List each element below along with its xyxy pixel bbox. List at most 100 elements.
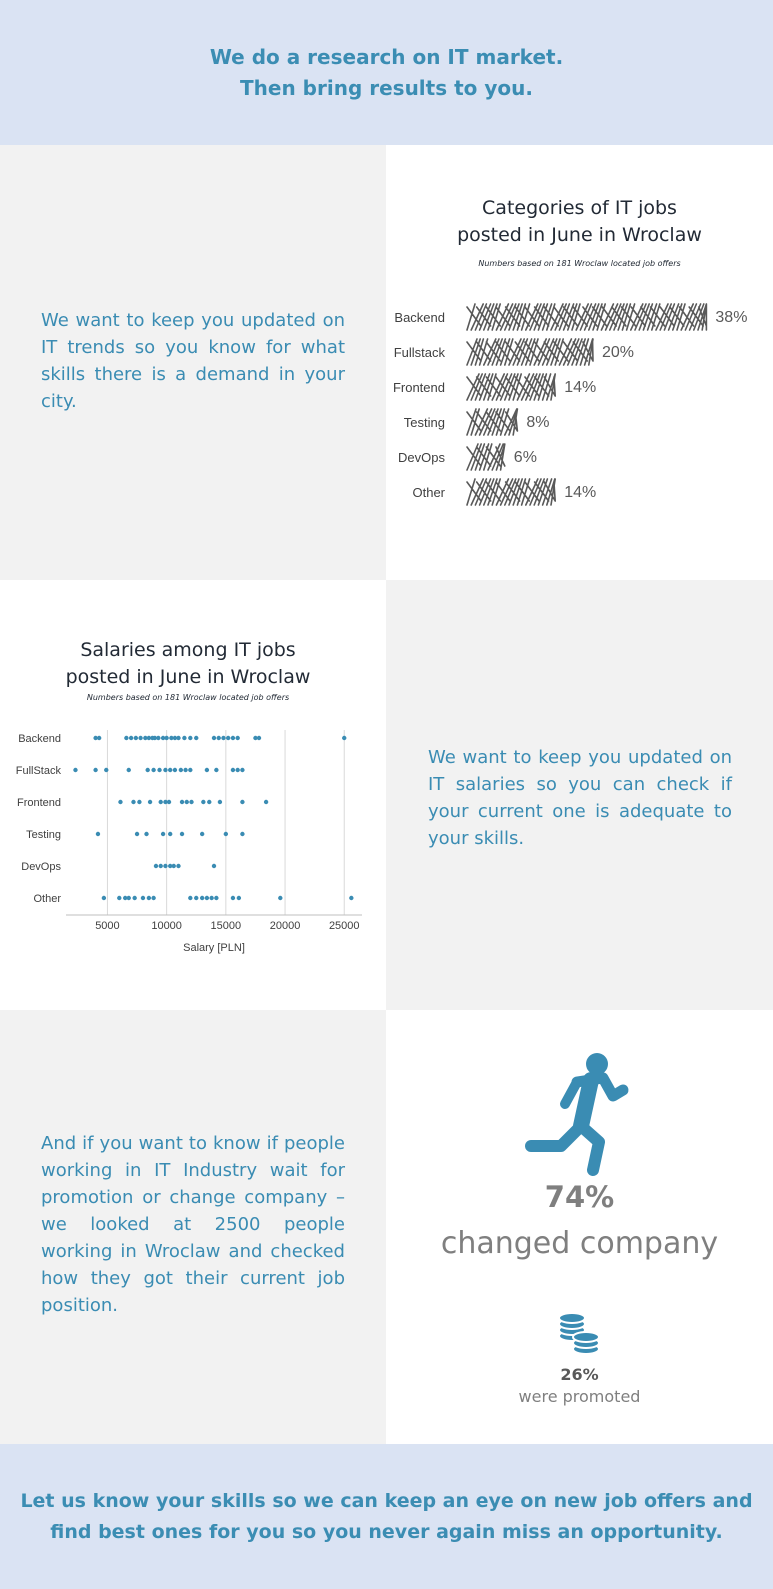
bar-backend xyxy=(466,303,708,331)
salary-point xyxy=(199,831,205,837)
salary-point xyxy=(156,735,161,741)
salary-point xyxy=(194,735,199,741)
y-category-label: DevOps xyxy=(21,861,61,873)
y-category-label: Backend xyxy=(18,733,61,745)
salary-point xyxy=(176,735,181,741)
x-tick-label: 15000 xyxy=(211,920,242,932)
salary-point xyxy=(188,895,193,901)
bar-testing xyxy=(466,408,519,436)
salary-point xyxy=(211,735,217,741)
salary-point xyxy=(263,799,269,805)
salary-point xyxy=(184,799,189,805)
salary-point xyxy=(240,831,245,837)
bar-value-label: 6% xyxy=(514,449,537,466)
salary-point xyxy=(126,767,131,773)
salary-point xyxy=(167,831,173,837)
salary-point xyxy=(240,799,245,805)
salary-point xyxy=(207,799,212,805)
bar-category-label: Fullstack xyxy=(394,345,446,360)
salary-point xyxy=(118,799,123,805)
bar-category-label: Testing xyxy=(404,415,445,430)
salary-point xyxy=(342,735,347,741)
salary-point xyxy=(140,895,146,901)
trends-text: We want to keep you updated on IT trends… xyxy=(41,310,345,412)
salary-point xyxy=(95,831,101,837)
salaries-scatter-chart: 5000 10000 15000 20000 25000 Salary [PLN] Back… xyxy=(16,730,362,954)
bar-fullstack xyxy=(466,338,594,366)
salary-point xyxy=(235,735,240,741)
x-tick-label: 10000 xyxy=(151,920,182,932)
salary-point xyxy=(230,735,236,741)
y-category-label: Frontend xyxy=(17,797,61,809)
trends-panel: We want to keep you updated on IT trends… xyxy=(0,145,386,580)
salaries-chart-subtitle: Numbers based on 181 Wroclaw located job… xyxy=(86,693,290,702)
salary-point xyxy=(240,767,245,773)
salaries-text: We want to keep you updated on IT salari… xyxy=(428,747,732,849)
salary-point xyxy=(214,895,219,901)
salary-point xyxy=(194,895,199,901)
salaries-chart-title: Salaries among IT jobs posted in June in… xyxy=(65,639,311,688)
salary-point xyxy=(104,767,109,773)
bar-devops xyxy=(466,443,506,471)
footer-text: Let us know your skills so we can keep a… xyxy=(20,1489,753,1543)
salary-point xyxy=(96,735,102,741)
salary-point xyxy=(172,767,178,773)
salaries-panel: We want to keep you updated on IT salari… xyxy=(386,580,773,1010)
categories-chart-subtitle: Numbers based on 181 Wroclaw located job… xyxy=(478,259,681,268)
career-panel: And if you want to know if people workin… xyxy=(0,1010,386,1444)
salary-point xyxy=(164,735,169,741)
salary-point xyxy=(144,831,149,837)
salary-point xyxy=(132,895,137,901)
salary-point xyxy=(137,799,142,805)
coins-icon xyxy=(558,1312,600,1355)
salary-point xyxy=(124,735,129,741)
salary-point xyxy=(134,831,140,837)
salary-point xyxy=(153,863,159,869)
bar-category-label: Backend xyxy=(394,310,445,325)
bar-value-label: 38% xyxy=(715,309,747,326)
salary-point xyxy=(176,863,181,869)
salary-point xyxy=(216,735,221,741)
salary-point xyxy=(235,767,240,773)
salary-point xyxy=(199,895,205,901)
y-category-label: Testing xyxy=(26,829,61,841)
categories-chart-title: Categories of IT jobs posted in June in … xyxy=(457,197,702,246)
salary-point xyxy=(179,799,185,805)
salary-point xyxy=(209,895,214,901)
bar-category-label: DevOps xyxy=(398,450,445,465)
salary-point xyxy=(178,767,184,773)
changed-company-value: 74% xyxy=(544,1180,615,1214)
salary-point xyxy=(101,895,107,901)
bar-value-label: 20% xyxy=(602,344,634,361)
salary-point xyxy=(151,895,156,901)
salary-point xyxy=(349,895,354,901)
salary-point xyxy=(278,895,283,901)
categories-bar-chart: Backend 38% Fullstack 20% Frontend 14% Testing… xyxy=(393,303,747,506)
salary-point xyxy=(236,895,242,901)
salary-point xyxy=(93,767,98,773)
salary-point xyxy=(171,863,176,869)
x-tick-label: 5000 xyxy=(95,920,119,932)
salary-point xyxy=(163,767,168,773)
salary-point xyxy=(138,735,143,741)
salary-point xyxy=(147,799,153,805)
salary-point xyxy=(211,863,217,869)
salary-point xyxy=(201,799,206,805)
salary-point xyxy=(158,863,163,869)
salary-point xyxy=(179,831,185,837)
salary-point xyxy=(189,799,194,805)
bar-value-label: 14% xyxy=(564,484,596,501)
y-category-label: FullStack xyxy=(16,765,62,777)
salary-point xyxy=(167,767,173,773)
bar-value-label: 14% xyxy=(564,379,596,396)
salary-point xyxy=(126,895,131,901)
salaries-chart-panel: Salaries among IT jobs posted in June in… xyxy=(0,580,386,1010)
salary-point xyxy=(188,735,193,741)
salary-point xyxy=(160,831,166,837)
salary-point xyxy=(73,767,78,773)
salary-point xyxy=(131,799,136,805)
salary-point xyxy=(204,895,210,901)
salary-point xyxy=(221,735,226,741)
salary-point xyxy=(166,799,172,805)
x-tick-label: 25000 xyxy=(329,920,360,932)
